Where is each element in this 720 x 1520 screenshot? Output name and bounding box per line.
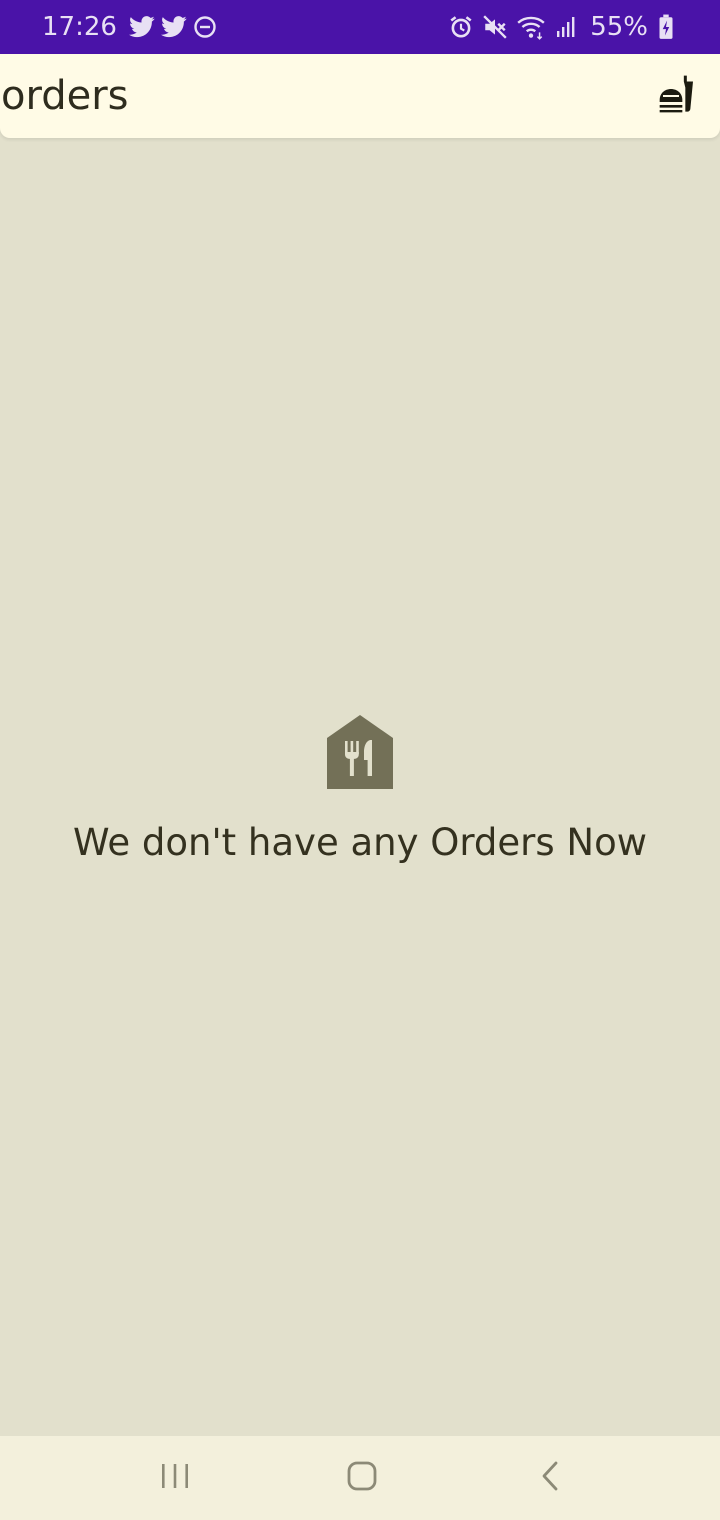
twitter-icon — [160, 16, 187, 38]
recent-apps-button[interactable] — [115, 1436, 235, 1520]
app-bar: orders — [0, 54, 720, 138]
signal-icon — [554, 15, 578, 39]
alarm-icon — [448, 14, 474, 40]
status-right-group: 55% — [444, 12, 678, 42]
status-time: 17:26 — [42, 12, 117, 42]
back-button[interactable] — [490, 1436, 610, 1520]
battery-percent: 55% — [590, 12, 648, 42]
twitter-icon — [128, 16, 155, 38]
fastfood-button[interactable] — [656, 74, 700, 118]
wifi-icon — [516, 14, 546, 40]
battery-charging-icon — [658, 14, 674, 40]
navigation-bar — [0, 1436, 720, 1520]
home-button[interactable] — [302, 1436, 422, 1520]
recent-apps-icon — [160, 1462, 190, 1495]
empty-state-message: We don't have any Orders Now — [72, 821, 648, 864]
home-icon — [346, 1460, 378, 1497]
restaurant-house-icon — [326, 714, 394, 795]
page-title: orders — [1, 73, 129, 119]
back-icon — [539, 1460, 561, 1497]
fastfood-icon — [658, 74, 698, 119]
status-bar: 17:26 55% — [0, 0, 720, 54]
mute-icon — [482, 14, 508, 40]
empty-state: We don't have any Orders Now — [0, 714, 720, 864]
do-not-disturb-icon — [193, 15, 217, 39]
